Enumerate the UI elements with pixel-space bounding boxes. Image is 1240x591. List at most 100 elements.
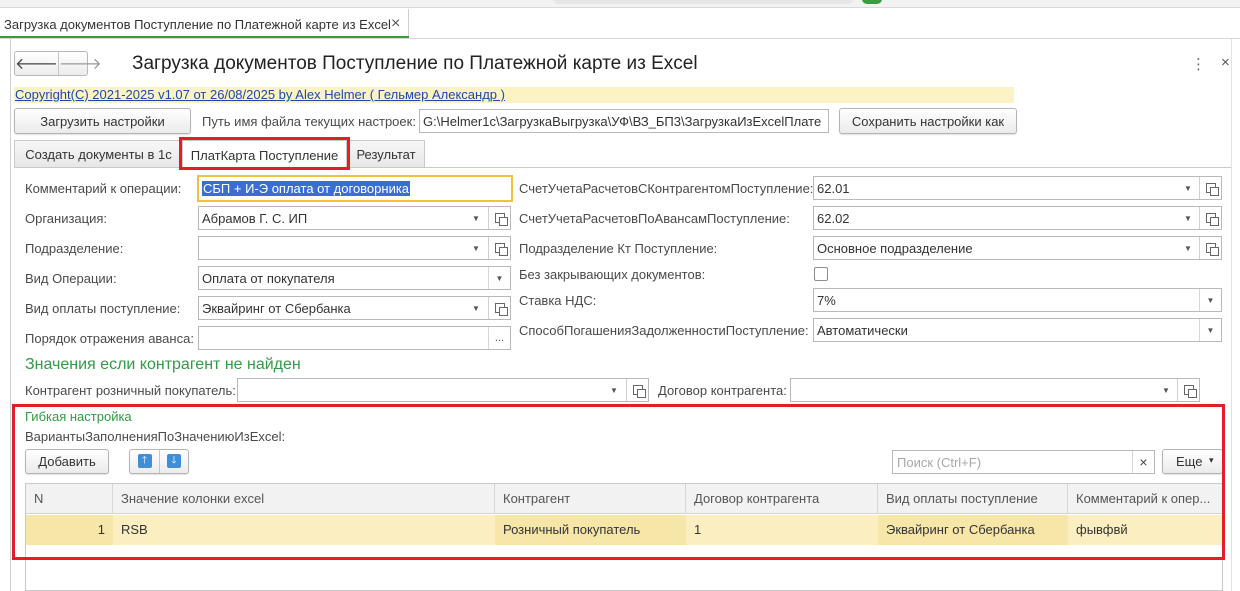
- organization-open-icon[interactable]: [488, 207, 510, 229]
- tab-card-receipt[interactable]: ПлатКарта Поступление: [182, 140, 347, 169]
- more-menu-icon[interactable]: ⋮: [1191, 55, 1206, 73]
- settings-path-label: Путь имя файла текущих настроек:: [202, 114, 416, 129]
- column-header-excel-value[interactable]: Значение колонки excel: [113, 484, 495, 514]
- organization-label: Организация:: [25, 211, 108, 226]
- not-found-section-title: Значения если контрагент не найден: [25, 356, 301, 373]
- arrow-up-icon: 🡑: [137, 454, 152, 468]
- retail-buyer-label: Контрагент розничный покупатель:: [25, 383, 236, 398]
- load-settings-button[interactable]: Загрузить настройки: [14, 108, 191, 134]
- department-open-icon[interactable]: [488, 237, 510, 259]
- dept-kt-dropdown-icon[interactable]: ▼: [1177, 237, 1199, 259]
- window-tab-title: Загрузка документов Поступление по Плате…: [4, 17, 391, 32]
- contract-dropdown-icon[interactable]: ▼: [1155, 379, 1177, 401]
- operation-type-field[interactable]: Оплата от покупателя ▼: [198, 266, 511, 290]
- payment-type-open-icon[interactable]: [488, 297, 510, 319]
- cell-counterparty[interactable]: Розничный покупатель: [495, 515, 686, 545]
- account-settlements-value: 62.01: [817, 181, 850, 196]
- debt-repayment-field[interactable]: Автоматически ▼: [813, 318, 1222, 342]
- no-closing-docs-label: Без закрывающих документов:: [519, 267, 706, 282]
- operation-type-dropdown-icon[interactable]: ▼: [488, 267, 510, 289]
- search-field[interactable]: Поиск (Ctrl+F) ×: [892, 450, 1155, 474]
- table-row[interactable]: 1 RSB Розничный покупатель 1 Эквайринг о…: [26, 515, 1222, 545]
- close-form-icon[interactable]: ×: [1221, 54, 1230, 71]
- contract-label: Договор контрагента:: [658, 383, 787, 398]
- search-placeholder: Поиск (Ctrl+F): [897, 455, 982, 470]
- department-dropdown-icon[interactable]: ▼: [465, 237, 487, 259]
- cell-comment[interactable]: фывфвй: [1068, 515, 1222, 545]
- cell-excel-value[interactable]: RSB: [113, 515, 495, 545]
- arrow-down-icon: 🡓: [167, 454, 181, 468]
- retail-buyer-dropdown-icon[interactable]: ▼: [603, 379, 625, 401]
- variants-table: N Значение колонки excel Контрагент Дого…: [25, 483, 1223, 591]
- no-closing-docs-checkbox[interactable]: [814, 267, 828, 281]
- account-settlements-label: СчетУчетаРасчетовСКонтрагентомПоступлени…: [519, 181, 814, 196]
- vat-rate-dropdown-icon[interactable]: ▼: [1199, 289, 1221, 311]
- account-advances-field[interactable]: 62.02 ▼: [813, 206, 1222, 230]
- cell-payment-type[interactable]: Эквайринг от Сбербанка: [878, 515, 1068, 545]
- debt-repayment-dropdown-icon[interactable]: ▼: [1199, 319, 1221, 341]
- department-field[interactable]: ▼: [198, 236, 511, 260]
- organization-value: Абрамов Г. С. ИП: [202, 211, 308, 226]
- contract-open-icon[interactable]: [1177, 379, 1199, 401]
- app-top-strip: [0, 0, 1240, 8]
- account-settlements-dropdown-icon[interactable]: ▼: [1177, 177, 1199, 199]
- comment-label: Комментарий к операции:: [25, 181, 182, 196]
- tabbar-divider: [0, 38, 1240, 39]
- payment-type-value: Эквайринг от Сбербанка: [202, 301, 351, 316]
- save-settings-as-button[interactable]: Сохранить настройки как: [839, 108, 1017, 134]
- payment-type-field[interactable]: Эквайринг от Сбербанка ▼: [198, 296, 511, 320]
- advance-order-label: Порядок отражения аванса:: [25, 331, 194, 346]
- more-caret-icon: ▾: [1209, 455, 1214, 465]
- dept-kt-label: Подразделение Кт Поступление:: [519, 241, 718, 256]
- tab-create-documents[interactable]: Создать документы в 1с: [14, 140, 183, 168]
- contract-field[interactable]: ▼: [790, 378, 1200, 402]
- payment-type-label: Вид оплаты поступление:: [25, 301, 181, 316]
- forward-arrow-icon[interactable]: 🡒: [57, 52, 102, 75]
- cell-n[interactable]: 1: [26, 515, 113, 545]
- variants-label: ВариантыЗаполненияПоЗначениюИзExcel:: [25, 429, 286, 444]
- account-advances-value: 62.02: [817, 211, 850, 226]
- vat-rate-value: 7%: [817, 293, 836, 308]
- debt-repayment-value: Автоматически: [817, 323, 908, 338]
- payment-type-dropdown-icon[interactable]: ▼: [465, 297, 487, 319]
- dept-kt-value: Основное подразделение: [817, 241, 973, 256]
- account-advances-dropdown-icon[interactable]: ▼: [1177, 207, 1199, 229]
- form-border-left: [10, 39, 11, 591]
- window-tab[interactable]: Загрузка документов Поступление по Плате…: [0, 9, 409, 39]
- account-advances-label: СчетУчетаРасчетовПоАвансамПоступление:: [519, 211, 790, 226]
- column-header-comment[interactable]: Комментарий к опер...: [1068, 484, 1222, 514]
- vat-rate-field[interactable]: 7% ▼: [813, 288, 1222, 312]
- column-header-payment-type[interactable]: Вид оплаты поступление: [878, 484, 1068, 514]
- column-header-contract[interactable]: Договор контрагента: [686, 484, 878, 514]
- organization-field[interactable]: Абрамов Г. С. ИП ▼: [198, 206, 511, 230]
- move-up-button[interactable]: 🡑: [130, 449, 159, 473]
- more-button[interactable]: Еще ▾: [1162, 449, 1223, 474]
- settings-path-field[interactable]: G:\Helmer1c\ЗагрузкаВыгрузка\УФ\ВЗ_БП3\З…: [419, 109, 829, 133]
- form-border-right: [1231, 39, 1232, 591]
- search-clear-icon[interactable]: ×: [1132, 451, 1154, 473]
- copyright-link[interactable]: Copyright(C) 2021-2025 v1.07 от 26/08/20…: [15, 87, 505, 102]
- retail-buyer-open-icon[interactable]: [626, 379, 648, 401]
- cell-contract[interactable]: 1: [686, 515, 878, 545]
- retail-buyer-field[interactable]: ▼: [237, 378, 649, 402]
- account-advances-open-icon[interactable]: [1199, 207, 1221, 229]
- tabs-divider: [14, 167, 1231, 168]
- window-tab-close-icon[interactable]: ×: [391, 15, 400, 33]
- table-header: N Значение колонки excel Контрагент Дого…: [26, 484, 1222, 514]
- column-header-counterparty[interactable]: Контрагент: [495, 484, 686, 514]
- nav-button-group: 🡐 🡒: [14, 51, 102, 76]
- advance-order-field[interactable]: ...: [198, 326, 511, 350]
- advance-order-select-button[interactable]: ...: [488, 327, 510, 349]
- organization-dropdown-icon[interactable]: ▼: [465, 207, 487, 229]
- dept-kt-open-icon[interactable]: [1199, 237, 1221, 259]
- column-header-n[interactable]: N: [26, 484, 113, 514]
- comment-field[interactable]: СБП + И-Э оплата от договорника: [197, 175, 513, 202]
- dept-kt-field[interactable]: Основное подразделение ▼: [813, 236, 1222, 260]
- account-settlements-field[interactable]: 62.01 ▼: [813, 176, 1222, 200]
- back-arrow-icon[interactable]: 🡐: [15, 52, 58, 75]
- account-settlements-open-icon[interactable]: [1199, 177, 1221, 199]
- add-button[interactable]: Добавить: [25, 449, 109, 474]
- flex-settings-title: Гибкая настройка: [25, 409, 132, 424]
- move-down-button[interactable]: 🡓: [159, 449, 188, 473]
- tab-result[interactable]: Результат: [347, 140, 425, 168]
